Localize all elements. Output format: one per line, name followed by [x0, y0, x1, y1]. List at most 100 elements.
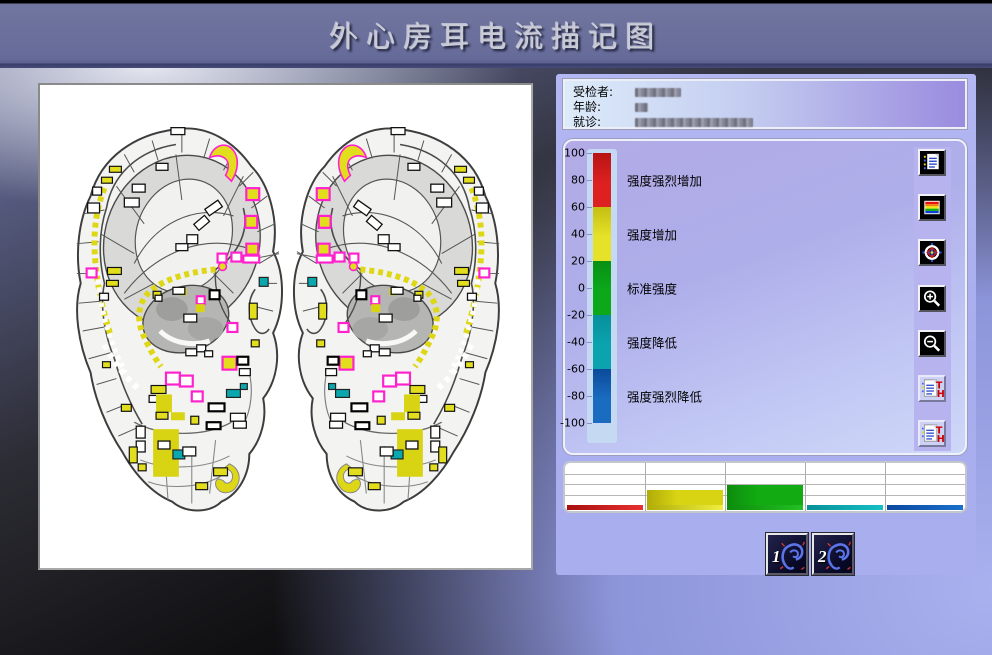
scale-tick-label: -40	[559, 336, 585, 349]
scale-segment	[593, 315, 611, 369]
ear-point-marker	[231, 253, 241, 262]
patient-field-value-masked	[635, 103, 648, 112]
ear-point-marker	[319, 303, 327, 319]
ear-point-marker	[317, 340, 325, 347]
ear-point-marker	[186, 349, 197, 356]
ear-point-marker	[328, 357, 339, 365]
ear-point-marker	[180, 376, 193, 387]
ear-point-marker	[93, 187, 102, 195]
scale-tick-label: -100	[559, 417, 585, 430]
chart-gridline	[885, 463, 886, 511]
report-button[interactable]	[918, 149, 946, 176]
target-icon	[920, 241, 944, 264]
ear-point-marker	[246, 244, 258, 255]
ear-point-marker	[237, 357, 248, 365]
scale-tick-mark	[587, 369, 592, 370]
scale-segment-label: 标准强度	[627, 279, 677, 298]
ear-point-marker	[209, 403, 225, 411]
ear-point-marker	[149, 395, 157, 402]
chart-bar	[647, 490, 723, 505]
ear-point-marker	[410, 386, 425, 394]
document-th-icon: TH	[920, 377, 944, 400]
report-th-button[interactable]: TH	[918, 375, 946, 402]
scale-tick-mark	[587, 207, 592, 208]
ear-point-marker	[431, 184, 444, 192]
patient-field-value-masked	[635, 88, 681, 97]
ear-point-marker	[156, 163, 168, 170]
color-scale-button[interactable]	[918, 194, 946, 221]
scale-segment	[593, 207, 611, 261]
ear-point-marker	[100, 293, 109, 300]
ear-point-marker	[455, 267, 469, 274]
patient-field-label: 受检者:	[573, 85, 635, 99]
ear-point-marker	[414, 295, 421, 301]
ear-point-marker	[207, 422, 221, 429]
ear-map-canvas	[38, 83, 533, 570]
ear-point-marker	[371, 296, 379, 304]
ear-point-marker	[164, 465, 174, 473]
ear-point-marker	[226, 389, 240, 397]
title-bar: 外心房耳电流描记图	[0, 0, 992, 68]
scale-tick-mark	[587, 153, 592, 154]
ear-point-marker	[355, 422, 369, 429]
ear-point-marker	[243, 256, 259, 263]
ear-point-marker	[406, 441, 418, 449]
scale-segment-label: 强度增加	[627, 225, 677, 244]
ear-point-marker	[219, 263, 227, 271]
chart-category-strip	[887, 505, 963, 510]
ear-point-marker	[363, 351, 371, 357]
page-title: 外心房耳电流描记图	[0, 14, 992, 56]
ear-point-marker	[391, 287, 403, 294]
ear-point-marker	[196, 483, 208, 490]
ear-point-marker	[192, 391, 203, 401]
chart-gridline	[725, 463, 726, 511]
ear-point-marker	[396, 373, 410, 385]
ear-point-marker	[348, 468, 362, 476]
ear-point-marker	[467, 293, 476, 300]
ear-point-marker	[239, 369, 250, 376]
zoom-out-button[interactable]	[918, 330, 946, 357]
ear-point-marker	[197, 296, 205, 304]
scale-tick-mark	[587, 180, 592, 181]
ear-point-marker	[476, 203, 488, 213]
document-th-icon: TH	[920, 422, 944, 445]
patient-field: 年龄:	[573, 100, 648, 114]
ear-point-marker	[330, 421, 343, 428]
ear-point-marker	[171, 412, 185, 420]
report-th-button-2[interactable]: TH	[918, 420, 946, 447]
ear-point-marker	[317, 256, 333, 263]
ear-point-marker	[479, 268, 489, 277]
patient-field-value-masked	[635, 118, 753, 127]
ear-1-button[interactable]: 1	[766, 533, 808, 575]
color-scale-bar	[593, 153, 611, 423]
ear-point-marker	[132, 184, 145, 192]
ear-point-marker	[205, 351, 213, 357]
ear-point-marker	[173, 287, 185, 294]
ear-point-marker	[378, 235, 389, 244]
ear-point-marker	[136, 426, 145, 438]
scale-tick-mark	[587, 234, 592, 235]
scale-segment	[593, 261, 611, 315]
ear-point-marker	[319, 216, 331, 228]
ear-button-number: 1	[772, 547, 781, 567]
ear-2-button[interactable]: 2	[812, 533, 854, 575]
ear-point-marker	[251, 340, 259, 347]
zoom-in-button[interactable]	[918, 285, 946, 312]
right-ear	[294, 128, 500, 511]
ear-point-marker	[210, 290, 220, 299]
ear-point-marker	[474, 187, 483, 195]
ear-point-marker	[103, 362, 111, 368]
scale-tick-mark	[587, 423, 592, 424]
ear-point-marker	[351, 403, 367, 411]
ear-point-marker	[373, 391, 384, 401]
ear-point-marker	[408, 163, 420, 170]
ear-point-marker	[156, 412, 168, 419]
ear-point-marker	[240, 384, 247, 390]
palette-icon	[920, 196, 944, 219]
ear-point-marker	[464, 177, 475, 183]
calibrate-button[interactable]	[918, 239, 946, 266]
ear-point-marker	[402, 465, 412, 473]
chart-gridline	[565, 474, 965, 475]
ear-point-marker	[445, 404, 455, 411]
ear-point-marker	[138, 464, 146, 471]
